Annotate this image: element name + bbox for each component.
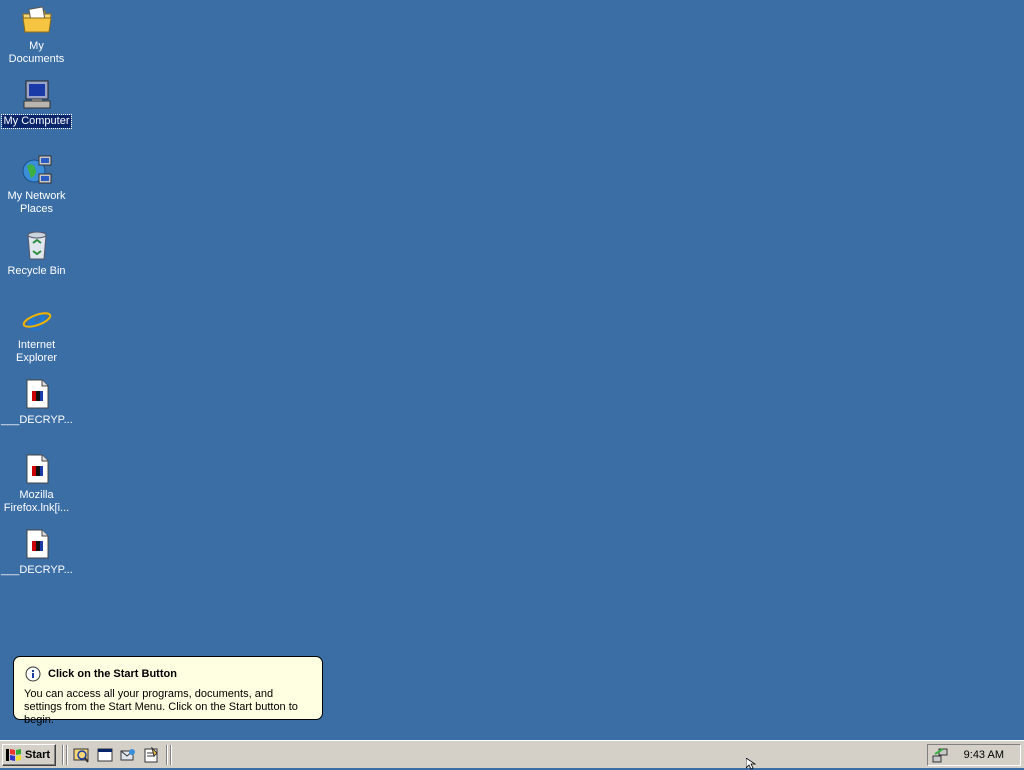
desktop-icon-recycle-bin[interactable]: Recycle Bin [0, 229, 73, 278]
desktop-icon-my-computer[interactable]: My Computer [0, 79, 73, 129]
ie-icon: e [22, 303, 51, 335]
balloon-body: You can access all your programs, docume… [24, 688, 298, 726]
start-label: Start [25, 749, 51, 761]
taskbar-separator [62, 745, 64, 765]
computer-icon [23, 80, 50, 109]
desktop-icon-decrypt-file-1[interactable]: ___DECRYP... [0, 378, 73, 427]
desktop-icon-my-documents[interactable]: My Documents [0, 4, 73, 66]
outlook-express-icon[interactable] [120, 747, 136, 763]
desktop[interactable]: My Documents My Computer My Network Plac… [0, 0, 1024, 740]
desktop-icon-label: My Documents [8, 40, 65, 65]
show-desktop-icon[interactable] [73, 747, 89, 763]
desktop-icon-label: My Network Places [7, 190, 66, 215]
svg-text:e: e [27, 303, 46, 335]
file-shortcut-icon [26, 454, 48, 484]
file-shortcut-icon [26, 529, 48, 559]
network-icon [22, 155, 51, 184]
clock[interactable]: 9:43 AM [964, 749, 1004, 761]
taskbar-separator [170, 745, 172, 765]
windows-logo-icon [6, 749, 21, 761]
taskbar: Start 9:43 AM [0, 740, 1024, 768]
folder-documents-icon [21, 6, 52, 33]
network-tray-icon[interactable] [932, 747, 948, 763]
explorer-icon[interactable] [97, 747, 113, 763]
file-shortcut-icon [26, 379, 48, 409]
desktop-icon-label: My Computer [1, 114, 72, 129]
recycle-bin-icon [26, 231, 47, 260]
taskbar-separator [166, 745, 168, 765]
desktop-icon-internet-explorer[interactable]: e Internet Explorer [0, 303, 73, 365]
desktop-icon-decrypt-file-2[interactable]: ___DECRYP... [0, 528, 73, 577]
balloon-title: Click on the Start Button [48, 668, 177, 680]
system-tray: 9:43 AM [927, 744, 1021, 766]
desktop-icon-label: Mozilla Firefox.lnk[i... [3, 489, 70, 514]
desktop-icon-label: ___DECRYP... [1, 564, 73, 576]
desktop-icon-label: ___DECRYP... [1, 414, 73, 426]
desktop-icon-label: Recycle Bin [7, 265, 66, 277]
start-button-balloon-tip[interactable]: Click on the Start Button You can access… [13, 656, 323, 726]
notepad-icon[interactable] [143, 747, 159, 763]
mouse-cursor-icon [746, 758, 757, 770]
info-icon [25, 666, 41, 682]
desktop-icon-my-network-places[interactable]: My Network Places [0, 154, 73, 216]
desktop-icon-mozilla-firefox[interactable]: Mozilla Firefox.lnk[i... [0, 453, 73, 515]
taskbar-separator [66, 745, 68, 765]
desktop-icon-label: Internet Explorer [16, 339, 57, 364]
start-button[interactable]: Start [2, 744, 56, 766]
